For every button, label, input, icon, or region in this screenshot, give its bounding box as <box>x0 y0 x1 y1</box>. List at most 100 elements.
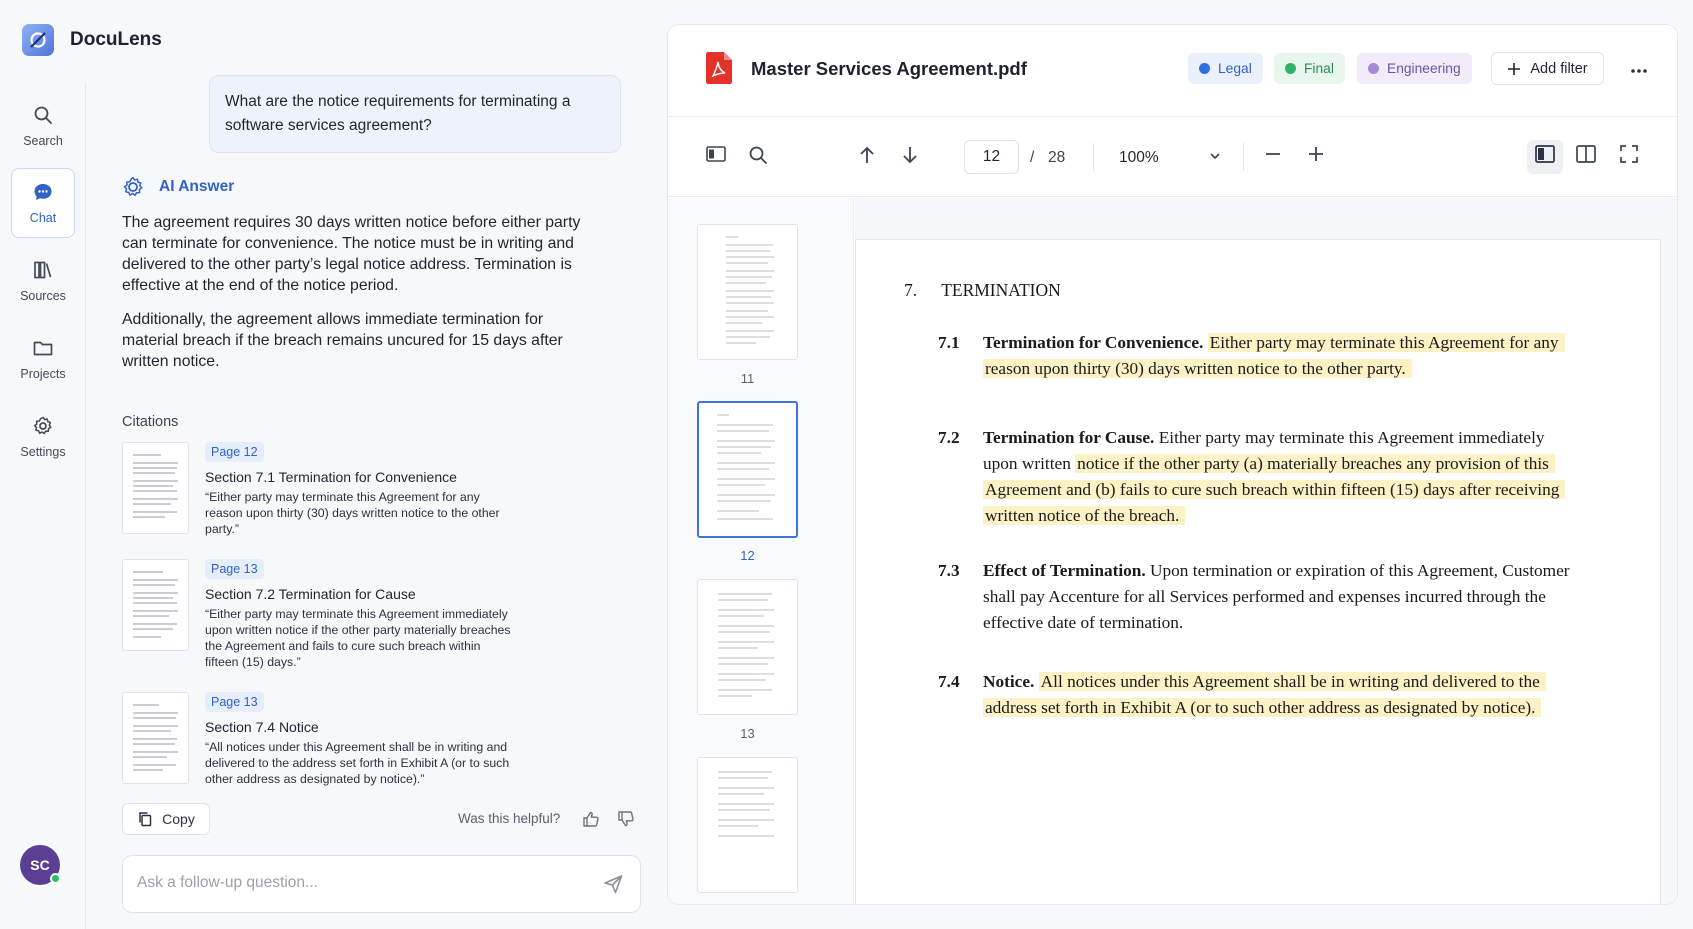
followup-input[interactable] <box>137 874 577 892</box>
library-icon <box>34 261 52 279</box>
page-number-input[interactable]: 12 <box>964 140 1019 174</box>
tag-final[interactable]: Final <box>1274 53 1345 84</box>
clause-number: 7.3 <box>938 561 960 580</box>
nav-item-label: Chat <box>29 211 57 225</box>
section-number: 7. <box>904 280 918 300</box>
citation-card[interactable]: Page 12 Section 7.1 Termination for Conv… <box>122 442 542 542</box>
gear-icon <box>33 416 52 435</box>
answer-paragraph: Additionally, the agreement allows immed… <box>122 311 563 370</box>
chat-panel: What are the notice requirements for ter… <box>87 0 657 929</box>
zoom-out-icon[interactable] <box>1264 145 1282 168</box>
clause-number: 7.2 <box>938 428 960 447</box>
citation-quote: “All notices under this Agreement shall … <box>205 740 510 786</box>
clause-title: Notice. <box>983 672 1035 691</box>
toggle-sidebar-icon[interactable] <box>706 145 726 168</box>
zoom-in-icon[interactable] <box>1307 145 1325 168</box>
page-thumbnail-number: 13 <box>740 726 755 741</box>
chevron-down-icon[interactable] <box>1209 149 1221 167</box>
tag-dot <box>1368 63 1379 74</box>
feedback-prompt: Was this helpful? <box>458 811 561 826</box>
citation-title: Section 7.4 Notice <box>205 719 319 735</box>
nav-item-label: Search <box>23 134 63 148</box>
online-status-dot <box>50 873 61 884</box>
nav-item-projects[interactable]: Projects <box>11 324 75 394</box>
arrow-up-icon[interactable] <box>858 145 876 170</box>
nav-item-chat[interactable]: Chat <box>11 168 75 238</box>
ai-answer-text: The agreement requires 30 days written n… <box>122 212 582 385</box>
clause-title: Termination for Cause. <box>983 428 1155 447</box>
section-heading: 7. TERMINATION <box>904 280 1061 301</box>
send-icon[interactable] <box>602 873 624 900</box>
ai-answer-header: AI Answer <box>121 175 234 199</box>
add-filter-button[interactable]: Add filter <box>1491 52 1604 85</box>
user-question: What are the notice requirements for ter… <box>209 75 621 153</box>
nav-item-settings[interactable]: Settings <box>11 402 75 472</box>
clause-7-4: 7.4 Notice. All notices under this Agree… <box>938 669 1578 749</box>
citation-quote: “Either party may terminate this Agreeme… <box>205 490 500 536</box>
tag-label: Legal <box>1218 61 1252 76</box>
page-separator: / <box>1030 149 1035 166</box>
copy-button-label: Copy <box>162 811 195 827</box>
nav-item-label: Projects <box>20 367 66 381</box>
left-nav: Search Chat Sources Projects Settings <box>0 82 86 929</box>
tag-engineering[interactable]: Engineering <box>1357 53 1472 84</box>
highlighted-text[interactable]: notice if the other party (a) materially… <box>983 454 1566 525</box>
copy-icon <box>139 812 152 827</box>
nav-item-search[interactable]: Search <box>11 91 75 161</box>
page-thumbnail-number: 12 <box>740 548 755 563</box>
tag-label: Final <box>1304 61 1334 76</box>
citation-page-badge[interactable]: Page 13 <box>205 559 264 579</box>
arrow-down-icon[interactable] <box>901 145 919 170</box>
citation-page-thumbnail <box>122 559 189 651</box>
plus-icon <box>1508 62 1521 75</box>
zoom-select[interactable]: 100% <box>1119 149 1159 167</box>
user-avatar[interactable]: SC <box>20 845 61 885</box>
clause-title: Effect of Termination. <box>983 561 1146 580</box>
avatar-initials: SC <box>30 857 50 873</box>
page-thumbnail[interactable] <box>697 757 798 893</box>
citation-card[interactable]: Page 13 Section 7.2 Termination for Caus… <box>122 559 542 669</box>
page-canvas: 7. TERMINATION 7.1 Termination for Conve… <box>855 198 1677 904</box>
nav-item-label: Sources <box>20 289 66 303</box>
page-thumbnail[interactable] <box>697 579 798 715</box>
citation-page-badge[interactable]: Page 13 <box>205 692 264 712</box>
tag-legal[interactable]: Legal <box>1188 53 1263 84</box>
search-icon <box>34 106 52 124</box>
page-thumbnail-active[interactable] <box>697 401 798 538</box>
citation-card[interactable]: Page 13 Section 7.4 Notice “All notices … <box>122 692 542 792</box>
followup-box <box>122 855 641 913</box>
nav-item-sources[interactable]: Sources <box>11 246 75 316</box>
viewer-header: Master Services Agreement.pdf Legal Fina… <box>668 25 1677 117</box>
citation-quote: “Either party may terminate this Agreeme… <box>205 607 511 669</box>
clause-7-2: 7.2 Termination for Cause. Either party … <box>938 425 1578 525</box>
more-options-icon[interactable] <box>1630 57 1648 80</box>
thumbs-up-icon[interactable] <box>582 810 600 833</box>
tag-label: Engineering <box>1387 61 1461 76</box>
document-page: 7. TERMINATION 7.1 Termination for Conve… <box>855 239 1661 904</box>
split-view-icon[interactable] <box>1576 145 1596 168</box>
search-document-icon[interactable] <box>748 145 768 170</box>
clause-title: Termination for Convenience. <box>983 333 1204 352</box>
fullscreen-icon[interactable] <box>1620 145 1638 168</box>
citation-page-thumbnail <box>122 442 189 534</box>
page-thumbnail[interactable] <box>697 224 798 360</box>
citation-title: Section 7.2 Termination for Cause <box>205 586 416 602</box>
highlighted-text[interactable]: All notices under this Agreement shall b… <box>983 672 1546 717</box>
ai-sparkle-icon <box>123 176 143 197</box>
document-viewer: Master Services Agreement.pdf Legal Fina… <box>667 24 1678 905</box>
toolbar-divider <box>1093 143 1094 171</box>
nav-item-label: Settings <box>20 445 66 459</box>
copy-button[interactable]: Copy <box>122 803 210 835</box>
page-thumbnail-number: 11 <box>740 371 755 386</box>
single-page-icon[interactable] <box>1535 145 1555 168</box>
clause-7-1: 7.1 Termination for Convenience. Either … <box>938 330 1578 390</box>
pdf-file-icon <box>706 52 732 89</box>
page-total: 28 <box>1048 149 1066 166</box>
chat-icon <box>34 184 52 200</box>
citation-page-badge[interactable]: Page 12 <box>205 442 264 462</box>
document-title: Master Services Agreement.pdf <box>751 58 1027 79</box>
app-logo-icon <box>22 24 54 56</box>
clause-number: 7.4 <box>938 672 960 691</box>
thumbs-down-icon[interactable] <box>617 810 635 833</box>
citation-page-thumbnail <box>122 692 189 784</box>
